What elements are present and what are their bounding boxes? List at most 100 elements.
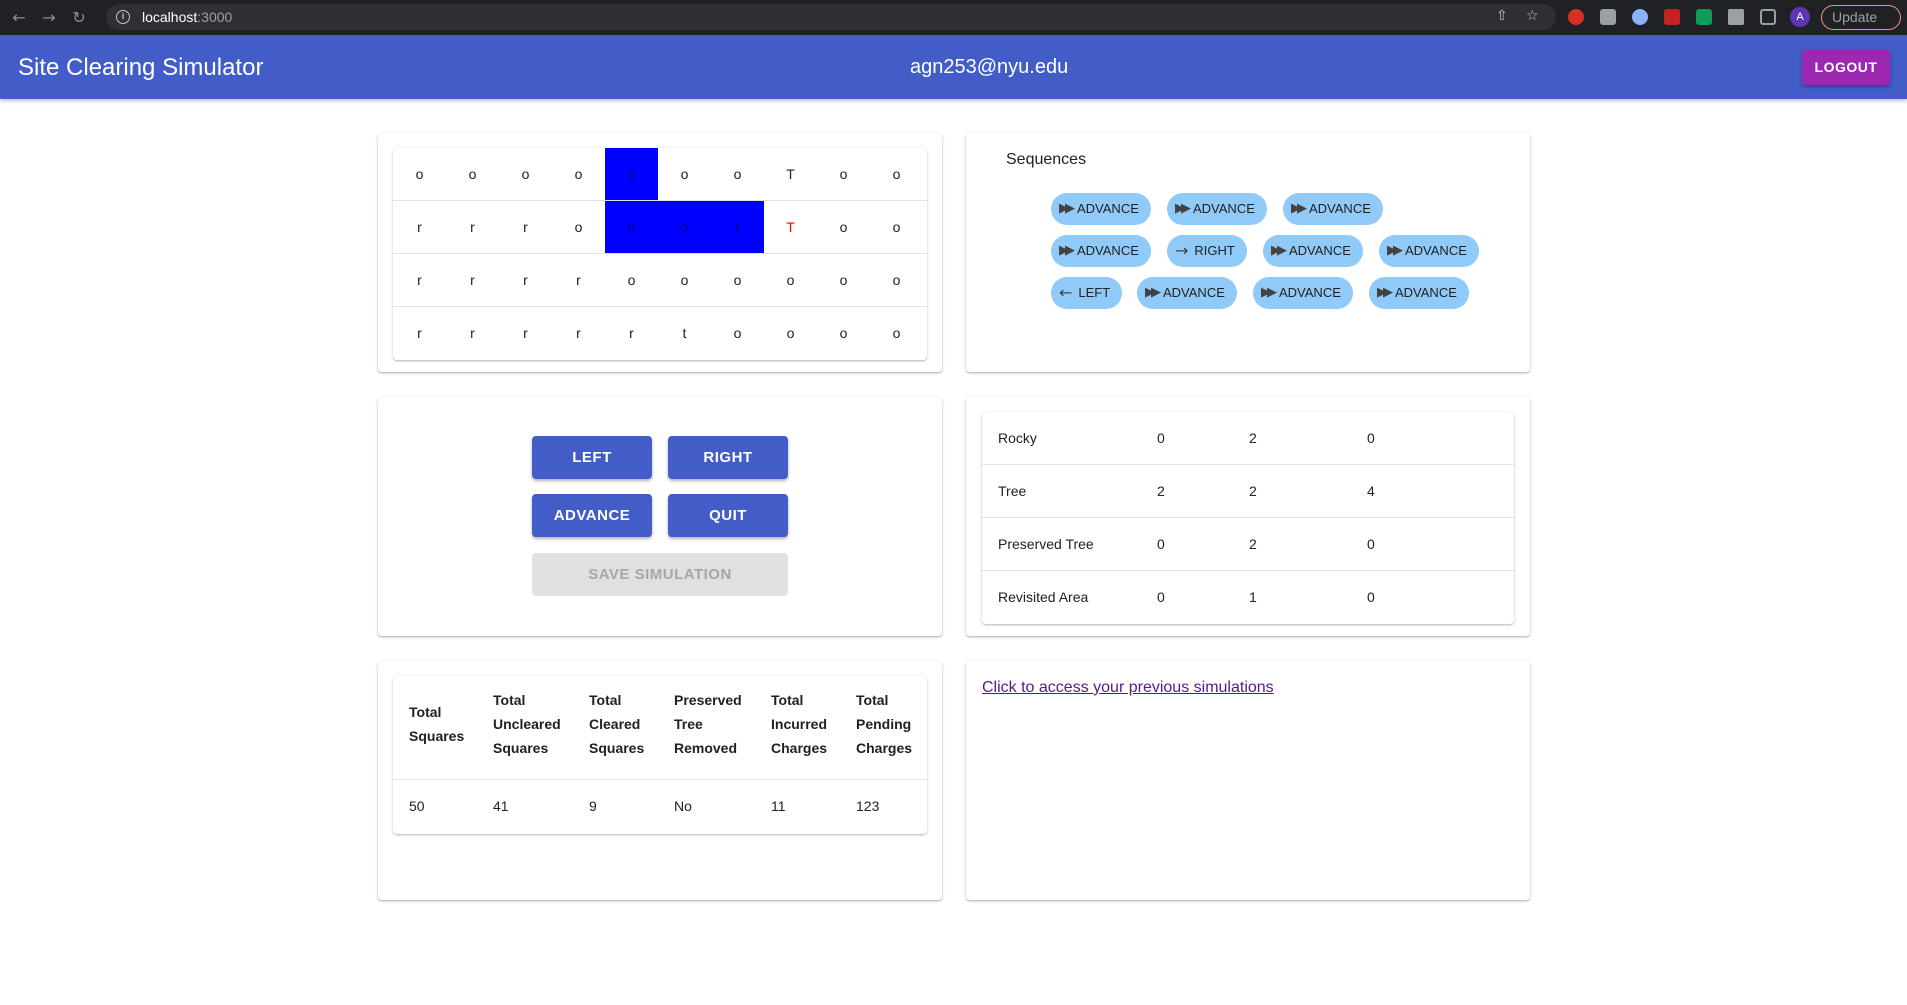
summary-header-line: Pending [856,716,912,732]
grid-cell: r [576,325,581,341]
grid-cell: r [523,272,528,288]
sequence-chip[interactable]: ▶▶ ADVANCE [1137,277,1237,309]
profile-avatar[interactable]: A [1790,7,1810,27]
reload-icon[interactable]: ↻ [68,7,90,29]
quit-button[interactable]: QUIT [668,494,788,537]
grid-cell: T [786,219,795,235]
grid-cell: r [523,325,528,341]
summary-header-line: Total [856,692,889,708]
grid-cell: o [627,272,636,288]
grid-cell: o [892,166,901,182]
grid-cell: r [417,219,422,235]
sequence-chip[interactable]: ▶▶ ADVANCE [1379,235,1479,267]
user-email: agn253@nyu.edu [910,56,1069,78]
grid-cell: T [786,166,795,182]
summary-header: Total Pending Charges [856,688,912,760]
grid-cell: r [523,219,528,235]
summary-header-line: Total [771,692,804,708]
sequence-chip[interactable]: ▶▶ ADVANCE [1283,193,1383,225]
stats-value: 2 [1249,430,1257,446]
grid-cell: o [733,272,742,288]
grid-cell: o [839,325,848,341]
fast-forward-icon: ▶▶ [1387,243,1403,258]
sequence-chip[interactable]: ▶▶ ADVANCE [1051,235,1151,267]
sequence-chip[interactable]: → RIGHT [1167,235,1247,267]
sequence-chip[interactable]: ▶▶ ADVANCE [1051,193,1151,225]
summary-header-line: Total [493,692,526,708]
puzzle-icon[interactable] [1728,9,1744,25]
address-bar[interactable]: i localhost:3000 ⇧ ☆ [106,4,1556,30]
grid-cell: o [415,166,424,182]
fast-forward-icon: ▶▶ [1059,201,1075,216]
app-title: Site Clearing Simulator [18,54,264,81]
charges-stats-card: Rocky 0 2 0 Tree 2 2 4 Preserved Tree 0 2 0 Revisite… [966,397,1530,636]
chip-label: ADVANCE [1163,285,1225,300]
grid-cell: o [786,272,795,288]
stats-row: Tree 2 2 4 [982,465,1514,518]
summary-card: Total Squares Total Uncleared Squares Total Cl… [378,661,942,900]
stats-value: 0 [1157,589,1165,605]
grid-cell: o [892,272,901,288]
sequence-chip[interactable]: ▶▶ ADVANCE [1253,277,1353,309]
grid-cell: r [629,325,634,341]
site-map-grid: oooooooToorrroootToorrrroooooorrrrrtoooo [393,148,927,360]
summary-header-line: Squares [493,740,549,756]
logout-button[interactable]: LOGOUT [1802,50,1890,85]
save-simulation-button[interactable]: SAVE SIMULATION [532,553,788,596]
right-button[interactable]: RIGHT [668,436,788,479]
forward-icon[interactable]: → [38,7,60,29]
summary-header-line: Total [409,704,442,720]
stats-value: 2 [1249,536,1257,552]
advance-button[interactable]: ADVANCE [532,494,652,537]
grid-cell: o [839,272,848,288]
previous-simulations-link[interactable]: Click to access your previous simulation… [982,679,1274,697]
summary-header-line: Squares [589,740,645,756]
stats-row: Preserved Tree 0 2 0 [982,518,1514,571]
site-info-icon[interactable]: i [116,10,130,24]
grid-row: o o o o o o o To o [393,148,927,201]
extension-icon[interactable] [1696,9,1712,25]
bookmark-star-icon[interactable]: ☆ [1526,8,1539,24]
left-button[interactable]: LEFT [532,436,652,479]
stats-value: 0 [1157,430,1165,446]
stats-value: 2 [1157,483,1165,499]
extension-icon[interactable] [1568,9,1584,25]
grid-cell: r [470,272,475,288]
grid-cell: t [682,325,687,341]
summary-header-line: Preserved [674,692,742,708]
grid-row: rrrrrtoooo [393,307,927,360]
grid-cell: o [892,325,901,341]
grid-cell: o [574,219,583,235]
summary-header-line: Cleared [589,716,641,732]
fast-forward-icon: ▶▶ [1175,201,1191,216]
extension-icon[interactable] [1664,9,1680,25]
update-button[interactable]: Update [1821,5,1901,30]
grid-cell: r [417,272,422,288]
chip-label: ADVANCE [1193,201,1255,216]
sequence-chip[interactable]: ▶▶ ADVANCE [1369,277,1469,309]
previous-simulations-card: Click to access your previous simulation… [966,661,1530,900]
stats-label: Revisited Area [998,589,1089,605]
sequences-title: Sequences [1006,151,1087,168]
summary-value: 50 [409,798,425,814]
stats-label: Rocky [998,430,1037,446]
sequence-chip[interactable]: ▶▶ ADVANCE [1167,193,1267,225]
stats-value: 0 [1157,536,1165,552]
app-bar: Site Clearing Simulator agn253@nyu.edu L… [0,35,1907,99]
fast-forward-icon: ▶▶ [1145,285,1161,300]
grid-cell: r [576,272,581,288]
sequence-chip[interactable]: ▶▶ ADVANCE [1263,235,1363,267]
grid-cell: o [605,148,658,200]
grid-cell: o [733,166,742,182]
chip-label: ADVANCE [1279,285,1341,300]
summary-header-line: Total [589,692,622,708]
summary-header-line: Charges [856,740,913,756]
extension-icon[interactable] [1600,9,1616,25]
share-icon[interactable]: ⇧ [1496,8,1508,24]
sequence-chip[interactable]: ← LEFT [1051,277,1123,309]
stats-row: Revisited Area 0 1 0 [982,571,1514,624]
side-panel-icon[interactable] [1760,9,1776,25]
back-icon[interactable]: ← [8,7,30,29]
summary-table: Total Squares Total Uncleared Squares Total Cl… [393,676,927,834]
extension-icon[interactable] [1632,9,1648,25]
